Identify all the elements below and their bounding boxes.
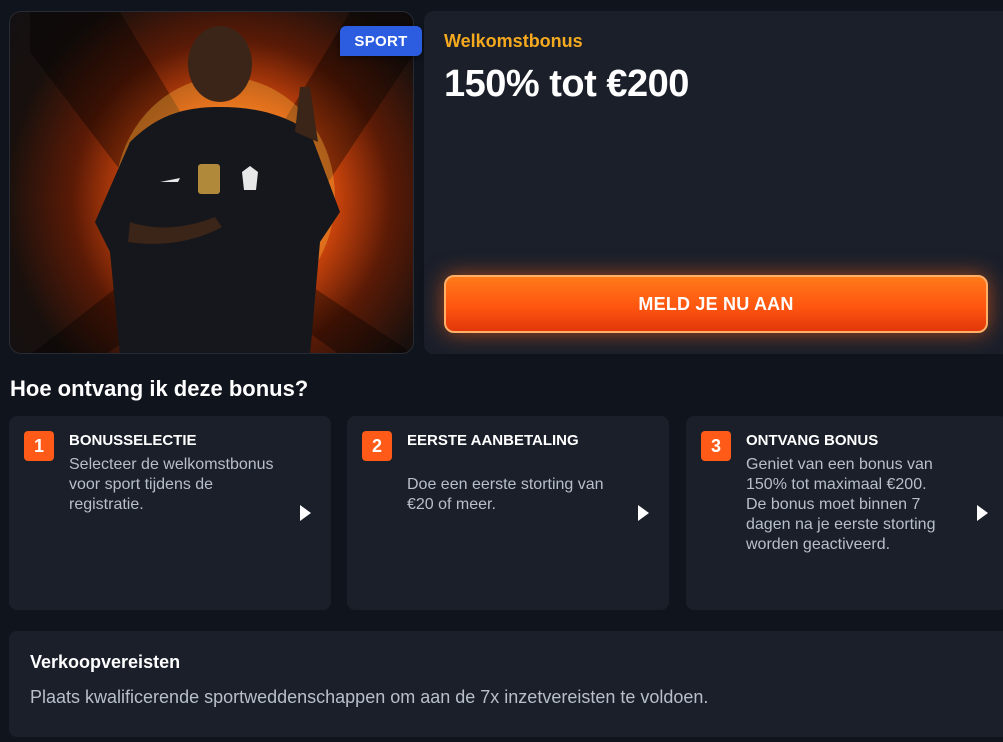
arrow-right-icon[interactable] bbox=[300, 505, 311, 521]
step-number: 1 bbox=[24, 431, 54, 461]
requirements-title: Verkoopvereisten bbox=[30, 652, 181, 672]
step-card-2[interactable]: 2 EERSTE AANBETALING Doe een eerste stor… bbox=[347, 416, 669, 610]
bonus-panel: Welkomstbonus 150% tot €200 MELD JE NU A… bbox=[424, 11, 1003, 354]
requirements-card: Verkoopvereisten Plaats kwalificerende s… bbox=[9, 631, 1003, 737]
signup-button[interactable]: MELD JE NU AAN bbox=[444, 275, 988, 333]
hero-illustration bbox=[30, 12, 413, 353]
requirements-text: Plaats kwalificerende sportweddenschappe… bbox=[30, 687, 709, 707]
step-description: Geniet van een bonus van 150% tot maxima… bbox=[746, 456, 936, 553]
step-card-1[interactable]: 1 BONUSSELECTIE Selecteer de welkomstbon… bbox=[9, 416, 331, 610]
bonus-eyebrow: Welkomstbonus bbox=[444, 31, 583, 51]
hero-promo-image bbox=[9, 11, 414, 354]
step-title: EERSTE AANBETALING bbox=[407, 432, 579, 449]
sport-badge: SPORT bbox=[340, 26, 422, 56]
step-number: 2 bbox=[362, 431, 392, 461]
bonus-title: 150% tot €200 bbox=[444, 63, 689, 105]
section-heading: Hoe ontvang ik deze bonus? bbox=[10, 376, 309, 401]
step-title: ONTVANG BONUS bbox=[746, 432, 879, 449]
arrow-right-icon[interactable] bbox=[638, 505, 649, 521]
arrow-right-icon[interactable] bbox=[977, 505, 988, 521]
step-card-3[interactable]: 3 ONTVANG BONUS Geniet van een bonus van… bbox=[686, 416, 1003, 610]
step-description: Selecteer de welkomstbonus voor sport ti… bbox=[69, 456, 274, 513]
step-number: 3 bbox=[701, 431, 731, 461]
bonus-page: SPORT Welkomstbonus 150% tot €200 MELD J… bbox=[0, 0, 1003, 742]
step-title: BONUSSELECTIE bbox=[69, 432, 197, 449]
step-description: Doe een eerste storting van €20 of meer. bbox=[407, 476, 604, 513]
